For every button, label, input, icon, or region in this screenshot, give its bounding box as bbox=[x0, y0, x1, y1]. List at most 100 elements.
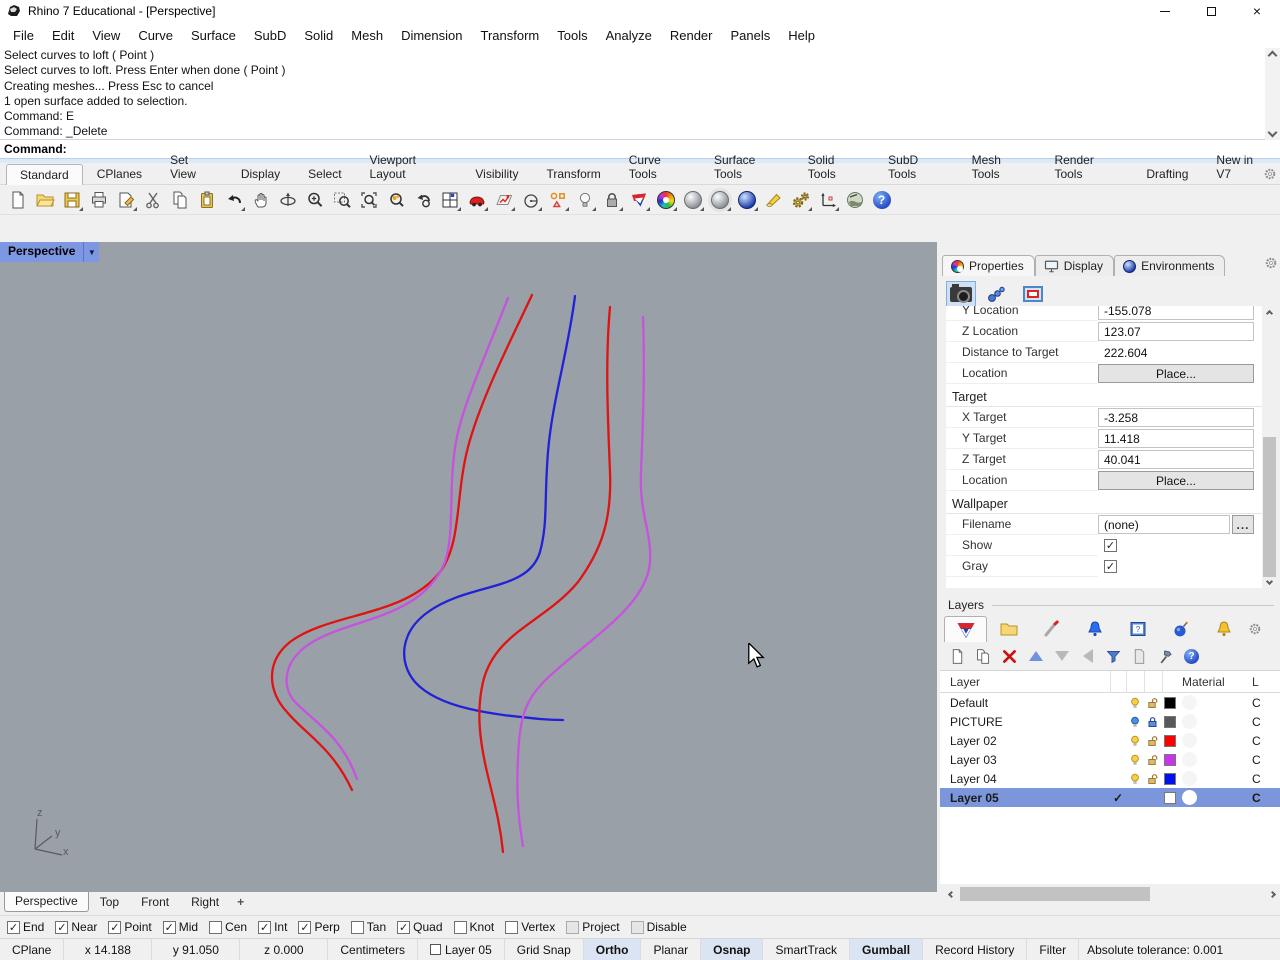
toolbar-options-gear-icon[interactable] bbox=[1263, 167, 1277, 181]
visibility-bulb-icon[interactable] bbox=[1126, 697, 1144, 709]
osnap-toggle[interactable]: Near bbox=[55, 920, 97, 934]
scrollbar-thumb[interactable] bbox=[1263, 437, 1276, 577]
checkbox-icon[interactable] bbox=[397, 920, 411, 934]
new-layer-icon[interactable] bbox=[946, 645, 969, 667]
checkbox-icon[interactable] bbox=[162, 920, 176, 934]
scroll-up-icon[interactable] bbox=[1262, 306, 1277, 320]
layer-material-swatch[interactable] bbox=[1178, 714, 1252, 729]
tab-layers-alerts-yellow[interactable] bbox=[1202, 616, 1245, 642]
target-place-button[interactable]: Place... bbox=[1098, 471, 1254, 490]
browse-button[interactable]: ... bbox=[1232, 515, 1254, 534]
toolbar-tab[interactable]: Display bbox=[227, 163, 294, 184]
osnap-toggle[interactable]: Project bbox=[566, 920, 620, 934]
y-location-field[interactable]: -155.078 bbox=[1098, 306, 1254, 320]
layer-linetype[interactable]: C bbox=[1252, 734, 1270, 748]
move-icon[interactable] bbox=[463, 186, 490, 213]
viewport-perspective[interactable]: Perspective ▼ z y x bbox=[0, 242, 937, 892]
z-target-field[interactable]: 40.041 bbox=[1098, 450, 1254, 469]
layer-linetype[interactable]: C bbox=[1252, 696, 1270, 710]
wallpaper-show-checkbox[interactable] bbox=[1104, 539, 1117, 552]
column-layer[interactable]: Layer bbox=[940, 675, 1110, 689]
curve-red-right[interactable] bbox=[478, 305, 612, 854]
layer-tools-icon[interactable] bbox=[1154, 645, 1177, 667]
properties-scrollbar[interactable] bbox=[1262, 306, 1277, 588]
layers-help-icon[interactable]: ? bbox=[1180, 645, 1203, 667]
checkbox-icon[interactable] bbox=[453, 920, 467, 934]
layer-material-swatch[interactable] bbox=[1178, 752, 1252, 767]
tab-layers-help-frame[interactable]: ? bbox=[1116, 616, 1159, 642]
tab-layers-rhino[interactable] bbox=[944, 616, 987, 642]
layer-row-02[interactable]: Layer 02 C bbox=[940, 731, 1280, 750]
tab-environments[interactable]: Environments bbox=[1114, 255, 1226, 276]
menu-item[interactable]: Render bbox=[661, 22, 722, 48]
lock-open-icon[interactable] bbox=[1144, 754, 1162, 766]
status-cell[interactable]: Centimeters bbox=[328, 939, 419, 960]
viewport-tab[interactable]: Right bbox=[180, 892, 230, 913]
checkbox-icon[interactable] bbox=[258, 920, 272, 934]
cplane-icon[interactable] bbox=[490, 186, 517, 213]
delete-layer-icon[interactable] bbox=[998, 645, 1021, 667]
menu-item[interactable]: Help bbox=[779, 22, 824, 48]
shaded-viewport-icon[interactable] bbox=[679, 186, 706, 213]
move-layer-up-icon[interactable] bbox=[1024, 645, 1047, 667]
status-cell[interactable]: Filter bbox=[1027, 939, 1080, 960]
new-sublayer-icon[interactable] bbox=[972, 645, 995, 667]
maximize-button[interactable] bbox=[1188, 0, 1234, 22]
save-icon[interactable] bbox=[58, 186, 85, 213]
status-cell[interactable]: x 14.188 bbox=[64, 939, 153, 960]
checkbox-icon[interactable] bbox=[630, 920, 644, 934]
spotlight-icon[interactable] bbox=[760, 186, 787, 213]
camera-properties-button[interactable] bbox=[946, 281, 976, 307]
menu-item[interactable]: View bbox=[83, 22, 129, 48]
viewport-title-tab[interactable]: Perspective ▼ bbox=[0, 242, 100, 262]
menu-item[interactable]: Edit bbox=[43, 22, 83, 48]
curve-magenta-right[interactable] bbox=[516, 315, 652, 848]
new-file-icon[interactable] bbox=[4, 186, 31, 213]
wallpaper-filename-field[interactable]: (none) bbox=[1098, 515, 1230, 534]
edit-notes-icon[interactable] bbox=[112, 186, 139, 213]
toolbar-tab[interactable]: Mesh Tools bbox=[958, 149, 1041, 184]
osnap-toggle[interactable]: Knot bbox=[453, 920, 494, 934]
viewport-tab[interactable]: Front bbox=[130, 892, 180, 913]
osnap-toggle[interactable]: Cen bbox=[209, 920, 247, 934]
toolbar-tab[interactable]: CPlanes bbox=[83, 163, 156, 184]
column-linetype[interactable]: L bbox=[1252, 675, 1270, 689]
open-file-icon[interactable] bbox=[31, 186, 58, 213]
visibility-bulb-icon[interactable] bbox=[1126, 716, 1144, 728]
osnap-toggle[interactable]: End bbox=[7, 920, 44, 934]
scroll-right-icon[interactable] bbox=[1265, 886, 1280, 902]
y-target-field[interactable]: 11.418 bbox=[1098, 429, 1254, 448]
curve-blue[interactable] bbox=[403, 294, 577, 722]
frame-properties-button[interactable] bbox=[1018, 281, 1048, 307]
status-cell[interactable]: SmartTrack bbox=[763, 939, 851, 960]
tab-properties[interactable]: Properties bbox=[942, 255, 1035, 276]
checkbox-icon[interactable] bbox=[298, 920, 312, 934]
filter-layers-icon[interactable] bbox=[1102, 645, 1125, 667]
tab-layers-folder[interactable] bbox=[987, 616, 1030, 642]
checkbox-icon[interactable] bbox=[505, 920, 519, 934]
render-environment-icon[interactable] bbox=[841, 186, 868, 213]
status-cell[interactable]: y 91.050 bbox=[152, 939, 241, 960]
zoom-window-icon[interactable] bbox=[328, 186, 355, 213]
tab-layers-annotate[interactable] bbox=[1030, 616, 1073, 642]
toolbar-tab[interactable]: Transform bbox=[533, 163, 615, 184]
column-material[interactable]: Material bbox=[1178, 675, 1252, 689]
viewport-layout-icon[interactable] bbox=[436, 186, 463, 213]
osnap-settings-icon[interactable] bbox=[544, 186, 571, 213]
tab-layers-notifications-blue[interactable] bbox=[1073, 616, 1116, 642]
paste-icon[interactable] bbox=[193, 186, 220, 213]
menu-item[interactable]: Solid bbox=[295, 22, 342, 48]
checkbox-icon[interactable] bbox=[350, 920, 364, 934]
layer-color-swatch[interactable] bbox=[1162, 772, 1178, 785]
osnap-toggle[interactable]: Int bbox=[258, 920, 287, 934]
layer-row-picture[interactable]: PICTURE C bbox=[940, 712, 1280, 731]
layer-material-swatch[interactable] bbox=[1178, 733, 1252, 748]
status-cell[interactable]: Planar bbox=[641, 939, 702, 960]
menu-item[interactable]: Curve bbox=[129, 22, 182, 48]
scroll-up-icon[interactable] bbox=[1267, 50, 1278, 61]
layer-color-swatch[interactable] bbox=[1162, 753, 1178, 766]
panel-options-gear-icon[interactable] bbox=[1264, 256, 1278, 270]
osnap-toggle[interactable]: Point bbox=[108, 920, 152, 934]
help-icon[interactable]: ? bbox=[868, 186, 895, 213]
pan-hand-icon[interactable] bbox=[247, 186, 274, 213]
